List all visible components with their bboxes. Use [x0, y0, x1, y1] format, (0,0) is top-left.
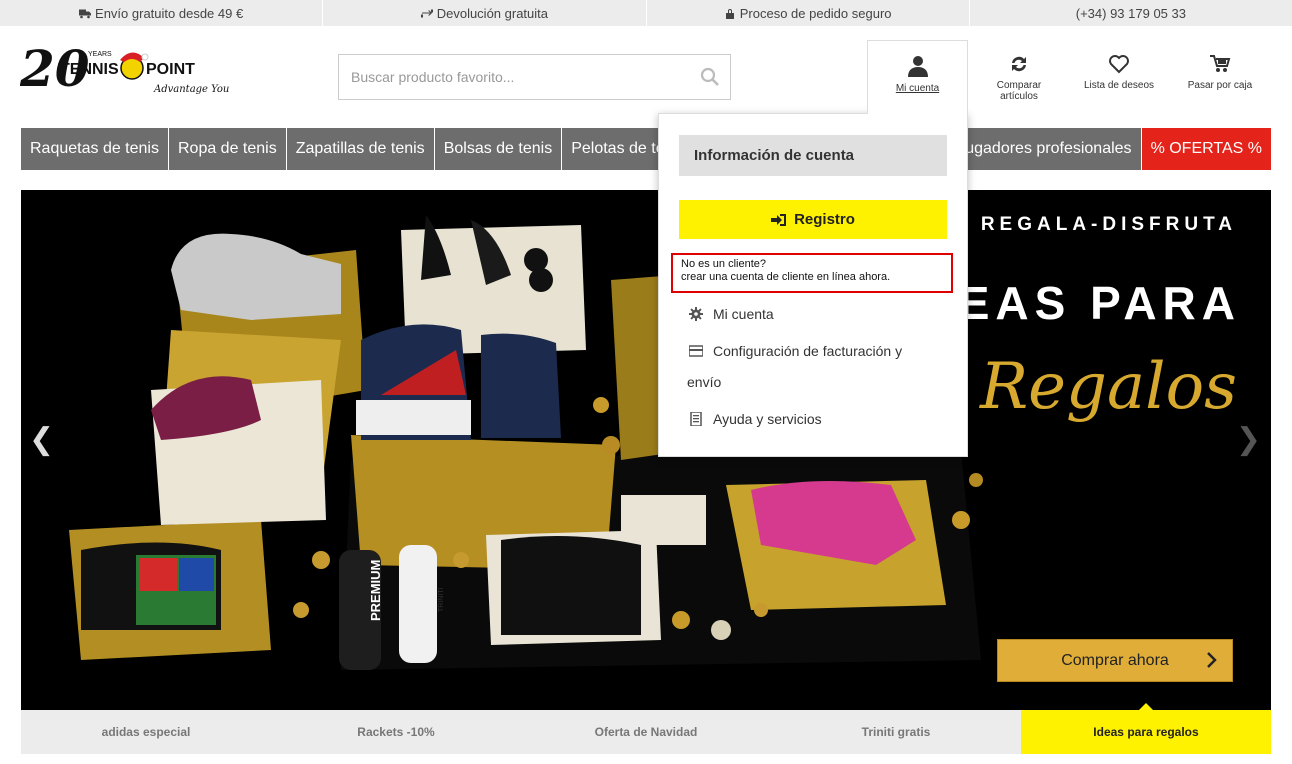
account-info-heading: Información de cuenta — [679, 135, 947, 176]
hero-tagline: REGALA-DISFRUTA — [980, 214, 1237, 235]
tab-triniti[interactable]: Triniti gratis — [771, 710, 1021, 754]
heart-icon — [1109, 55, 1129, 74]
credit-card-icon — [689, 345, 703, 357]
top-info-bar: Envío gratuito desde 49 € Devolución gra… — [0, 0, 1292, 26]
slider-prev-icon[interactable]: ❮ — [29, 422, 54, 457]
return-arrows-icon — [420, 9, 433, 17]
gear-icon — [689, 307, 703, 321]
hero-script-title: Regalos — [979, 350, 1237, 424]
sign-in-icon — [771, 213, 787, 226]
compare-button[interactable]: Comparar artículos — [984, 40, 1054, 114]
tennis-point-logo[interactable]: 20 YEARS TENNIS POINT Advantage You — [20, 40, 230, 100]
my-account-link[interactable]: Mi cuenta — [689, 306, 774, 322]
search-box[interactable] — [338, 54, 731, 100]
new-customer-cta[interactable]: crear una cuenta de cliente en línea aho… — [681, 271, 943, 284]
logo-brand-right: POINT — [146, 61, 195, 78]
tab-gift-ideas[interactable]: Ideas para regalos — [1021, 703, 1271, 754]
nav-item-bags[interactable]: Bolsas de tenis — [435, 128, 563, 170]
nav-item-clothing[interactable]: Ropa de tenis — [169, 128, 287, 170]
logo-years-label: YEARS — [88, 51, 112, 58]
triniti-tube-label: TRINITI — [438, 587, 445, 612]
create-account-link[interactable]: No es un cliente? crear una cuenta de cl… — [671, 253, 953, 293]
checkout-button[interactable]: Pasar por caja — [1180, 40, 1260, 114]
hero-banner[interactable]: PREMIUM TRINITI REGALA-DISFRUTA EAS PARA… — [21, 190, 1271, 710]
search-icon[interactable] — [690, 55, 730, 99]
wishlist-button[interactable]: Lista de deseos — [1078, 40, 1160, 114]
shipping-info: Envío gratuito desde 49 € — [0, 0, 324, 26]
premium-tube-label: PREMIUM — [368, 560, 383, 621]
slider-next-icon[interactable]: ❯ — [1236, 422, 1261, 457]
nav-item-rackets[interactable]: Raquetas de tenis — [21, 128, 169, 170]
my-account-button[interactable]: Mi cuenta — [867, 40, 968, 114]
nav-item-offers[interactable]: % OFERTAS % — [1141, 128, 1271, 170]
tab-rackets[interactable]: Rackets -10% — [271, 710, 521, 754]
help-services-link[interactable]: Ayuda y servicios — [689, 411, 822, 427]
document-icon — [690, 412, 702, 426]
user-icon — [907, 56, 928, 77]
nav-item-shoes[interactable]: Zapatillas de tenis — [287, 128, 435, 170]
hero-product-image: PREMIUM TRINITI — [69, 215, 983, 670]
logo-brand-left: TENNIS — [60, 61, 119, 78]
cart-icon — [1210, 55, 1231, 72]
tab-adidas[interactable]: adidas especial — [21, 710, 271, 754]
tab-christmas-offer[interactable]: Oferta de Navidad — [521, 710, 771, 754]
shop-now-button[interactable]: Comprar ahora — [997, 639, 1233, 682]
logo-slogan: Advantage You — [153, 84, 229, 95]
secure-info: Proceso de pedido seguro — [647, 0, 970, 26]
new-customer-question: No es un cliente? — [681, 258, 766, 270]
truck-icon — [79, 9, 92, 18]
slider-tabs: adidas especial Rackets -10% Oferta de N… — [21, 703, 1271, 754]
compare-arrows-icon — [1012, 56, 1026, 72]
billing-settings-link-continued[interactable]: envío — [687, 367, 937, 398]
chevron-right-icon — [1207, 652, 1217, 668]
returns-info: Devolución gratuita — [323, 0, 647, 26]
hero-headline: EAS PARA — [958, 277, 1241, 329]
lock-icon — [725, 8, 734, 19]
phone-info[interactable]: (+34) 93 179 05 33 — [970, 0, 1292, 26]
nav-item-pro-players[interactable]: Jugadores profesionales — [947, 128, 1142, 170]
register-button[interactable]: Registro — [679, 200, 947, 239]
search-input[interactable] — [351, 69, 690, 85]
account-dropdown: Información de cuenta Registro No es un … — [658, 113, 968, 457]
billing-settings-link[interactable]: Configuración de facturación y — [689, 343, 902, 359]
main-navigation: Raquetas de tenis Ropa de tenis Zapatill… — [21, 128, 1271, 170]
